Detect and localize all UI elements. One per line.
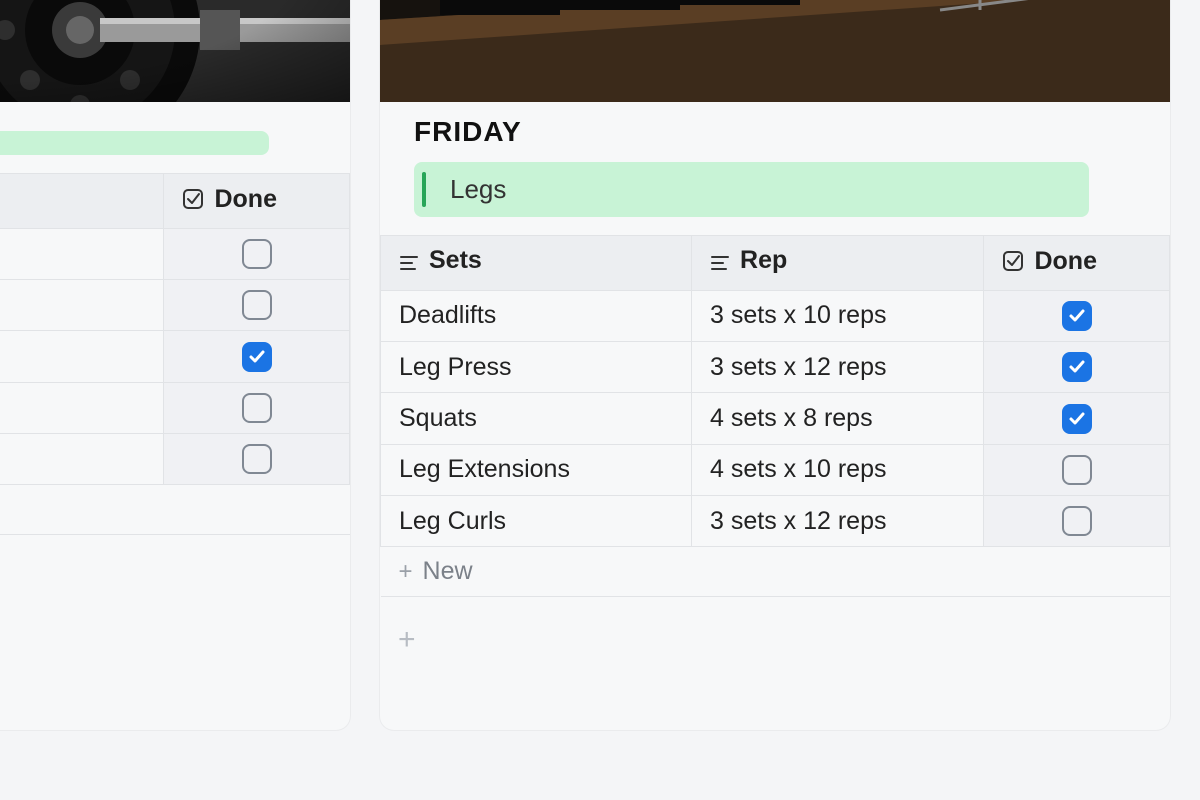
done-checkbox[interactable] bbox=[242, 290, 272, 320]
done-checkbox[interactable] bbox=[242, 342, 272, 372]
col-header-rep[interactable]: Rep bbox=[0, 174, 164, 229]
done-cell[interactable] bbox=[984, 290, 1170, 341]
plus-icon: + bbox=[399, 558, 413, 585]
day-card-left: Sets Rep bbox=[0, 0, 350, 730]
exercise-cell[interactable]: Leg Extensions bbox=[381, 444, 692, 495]
align-left-icon bbox=[710, 251, 730, 271]
col-header-done-label: Done bbox=[1034, 247, 1097, 276]
done-cell[interactable] bbox=[164, 279, 350, 330]
table-row[interactable]: Squats4 sets x 8 reps bbox=[381, 393, 1170, 444]
done-cell[interactable] bbox=[164, 331, 350, 382]
workout-planner-view: Sets Rep bbox=[0, 0, 1200, 800]
table-row[interactable]: x 12 reps bbox=[0, 434, 350, 485]
rep-cell[interactable]: x 10 reps bbox=[0, 279, 164, 330]
add-block-button-friday[interactable]: + bbox=[380, 597, 1170, 683]
rep-cell[interactable]: 3 sets x 12 reps bbox=[692, 496, 984, 547]
done-cell[interactable] bbox=[984, 496, 1170, 547]
done-checkbox[interactable] bbox=[242, 239, 272, 269]
table-row[interactable]: Deadlifts3 sets x 10 reps bbox=[381, 290, 1170, 341]
table-row[interactable]: x 8 reps bbox=[0, 228, 350, 279]
col-header-done[interactable]: Done bbox=[984, 236, 1170, 291]
new-row-label: New bbox=[423, 557, 473, 585]
day-card-friday: FUNCTIO AL FRIDAY Legs bbox=[380, 0, 1170, 730]
done-cell[interactable] bbox=[984, 444, 1170, 495]
done-cell[interactable] bbox=[984, 341, 1170, 392]
exercise-cell[interactable]: Deadlifts bbox=[381, 290, 692, 341]
new-row[interactable]: + New bbox=[381, 547, 1170, 597]
hero-image-left bbox=[0, 0, 350, 102]
col-header-rep-label: Rep bbox=[740, 246, 787, 275]
exercise-cell[interactable]: Leg Curls bbox=[381, 496, 692, 547]
rep-cell[interactable]: x 12 reps bbox=[0, 331, 164, 382]
table-row[interactable]: Leg Extensions4 sets x 10 reps bbox=[381, 444, 1170, 495]
done-checkbox[interactable] bbox=[1062, 352, 1092, 382]
rep-cell[interactable]: 4 sets x 10 reps bbox=[692, 444, 984, 495]
exercise-rows-friday: Deadlifts3 sets x 10 repsLeg Press3 sets… bbox=[381, 290, 1170, 597]
table-row[interactable]: Leg Press3 sets x 12 reps bbox=[381, 341, 1170, 392]
done-cell[interactable] bbox=[164, 228, 350, 279]
done-cell[interactable] bbox=[984, 393, 1170, 444]
day-title-friday: FRIDAY bbox=[380, 102, 1170, 156]
col-header-rep[interactable]: Rep bbox=[692, 236, 984, 291]
rep-cell[interactable]: x 8 reps bbox=[0, 228, 164, 279]
table-row[interactable]: x 12 reps bbox=[0, 331, 350, 382]
done-cell[interactable] bbox=[164, 382, 350, 433]
rep-cell[interactable]: x 10 reps bbox=[0, 382, 164, 433]
new-row[interactable]: +New bbox=[0, 485, 350, 535]
checkbox-icon bbox=[1002, 250, 1024, 272]
col-header-done[interactable]: Done bbox=[164, 174, 350, 229]
rep-cell[interactable]: 4 sets x 8 reps bbox=[692, 393, 984, 444]
workout-tag-left[interactable] bbox=[0, 131, 269, 155]
table-row[interactable]: x 10 reps bbox=[0, 382, 350, 433]
done-checkbox[interactable] bbox=[242, 444, 272, 474]
exercise-table-left: Sets Rep bbox=[0, 173, 350, 535]
done-cell[interactable] bbox=[164, 434, 350, 485]
checkbox-icon bbox=[182, 188, 204, 210]
exercise-cell[interactable]: Leg Press bbox=[381, 341, 692, 392]
done-checkbox[interactable] bbox=[1062, 455, 1092, 485]
rep-cell[interactable]: 3 sets x 12 reps bbox=[692, 341, 984, 392]
table-row[interactable]: Leg Curls3 sets x 12 reps bbox=[381, 496, 1170, 547]
rep-cell[interactable]: x 12 reps bbox=[0, 434, 164, 485]
done-checkbox[interactable] bbox=[1062, 301, 1092, 331]
done-checkbox[interactable] bbox=[242, 393, 272, 423]
done-checkbox[interactable] bbox=[1062, 506, 1092, 536]
exercise-rows-left: x 8 repsx 10 repsx 12 repsx 10 repsx 12 … bbox=[0, 228, 350, 535]
hero-image-friday: FUNCTIO AL bbox=[380, 0, 1170, 102]
workout-tag-legs[interactable]: Legs bbox=[414, 162, 1089, 217]
done-checkbox[interactable] bbox=[1062, 404, 1092, 434]
workout-tag-label: Legs bbox=[432, 174, 506, 205]
exercise-table-friday: Sets Rep bbox=[380, 235, 1170, 597]
col-header-sets-label: Sets bbox=[429, 246, 482, 275]
align-left-icon bbox=[399, 251, 419, 271]
table-row[interactable]: x 10 reps bbox=[0, 279, 350, 330]
add-block-button-left[interactable]: + bbox=[0, 535, 350, 621]
day-title-left bbox=[0, 102, 350, 124]
rep-cell[interactable]: 3 sets x 10 reps bbox=[692, 290, 984, 341]
col-header-sets[interactable]: Sets bbox=[381, 236, 692, 291]
exercise-cell[interactable]: Squats bbox=[381, 393, 692, 444]
col-header-done-label: Done bbox=[214, 185, 277, 214]
